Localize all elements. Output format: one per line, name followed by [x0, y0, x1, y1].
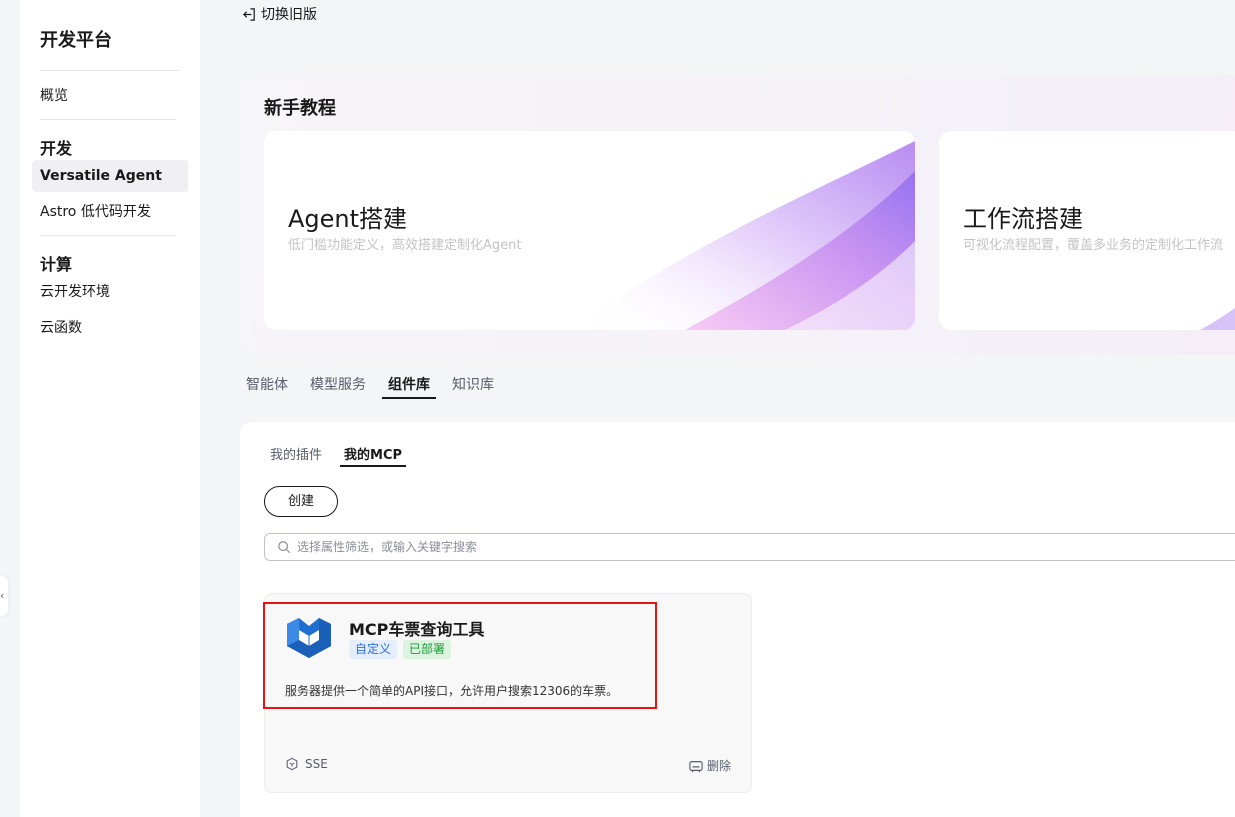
badge-custom: 自定义 [349, 640, 398, 659]
sidebar-item-versatile-agent[interactable]: Versatile Agent [32, 160, 188, 192]
sidebar-item-cloud-env[interactable]: 云开发环境 [32, 276, 188, 308]
divider [40, 119, 176, 120]
tab-model-service[interactable]: 模型服务 [310, 374, 366, 398]
tutorial-card-desc: 可视化流程配置，覆盖多业务的定制化工作流 [963, 238, 1224, 253]
tutorial-card-workflow[interactable]: 工作流搭建 可视化流程配置，覆盖多业务的定制化工作流 [939, 131, 1235, 330]
delete-button[interactable]: 删除 [688, 757, 731, 774]
sub-tabs: 我的插件 我的MCP [270, 444, 407, 467]
tab-my-plugins[interactable]: 我的插件 [270, 444, 322, 466]
tab-my-mcp[interactable]: 我的MCP [340, 444, 407, 467]
main-tabs: 智能体 模型服务 组件库 知识库 [246, 374, 494, 399]
sidebar-section-compute: 计算 [40, 255, 73, 274]
tutorial-card-agent[interactable]: Agent搭建 低门槛功能定义，高效搭建定制化Agent [264, 131, 915, 330]
mcp-tool-card[interactable]: MCP车票查询工具 自定义 已部署 服务器提供一个简单的API接口，允许用户搜索… [263, 593, 752, 793]
mcp-tool-description: 服务器提供一个简单的API接口，允许用户搜索12306的车票。 [285, 684, 619, 698]
search-icon [278, 541, 291, 554]
tutorial-card-title: 工作流搭建 [963, 205, 1083, 233]
exit-icon [243, 7, 255, 21]
search-bar[interactable] [264, 533, 1235, 561]
search-input[interactable] [297, 540, 1197, 554]
sidebar-item-cloud-func[interactable]: 云函数 [32, 312, 188, 344]
sidebar: 开发平台 概览 开发 Versatile Agent Astro 低代码开发 计… [20, 0, 200, 817]
decorative-wave-graphic [1200, 307, 1235, 330]
mcp-badges: 自定义 已部署 [349, 640, 452, 659]
tab-knowledge-base[interactable]: 知识库 [452, 374, 494, 398]
divider [40, 70, 180, 71]
sidebar-item-overview[interactable]: 概览 [32, 80, 188, 112]
switch-old-label: 切换旧版 [261, 7, 317, 23]
sidebar-collapse-handle[interactable]: ‹ [0, 576, 8, 616]
trash-icon [689, 760, 703, 772]
create-button[interactable]: 创建 [264, 486, 338, 517]
hexagon-icon [286, 757, 298, 771]
tutorial-title: 新手教程 [264, 98, 336, 119]
tutorial-card-title: Agent搭建 [288, 205, 408, 233]
mcp-protocol-label: SSE [305, 757, 328, 771]
tab-agents[interactable]: 智能体 [246, 374, 288, 398]
chevron-left-icon: ‹ [0, 589, 5, 602]
delete-label: 删除 [706, 759, 731, 773]
mcp-protocol: SSE [285, 757, 328, 771]
mcp-logo-icon [287, 618, 331, 658]
component-panel: 我的插件 我的MCP 创建 MCP车票查询工具 自定义 已部署 服务器提供一个简… [240, 422, 1235, 817]
sidebar-section-dev: 开发 [40, 139, 73, 158]
tutorial-card-desc: 低门槛功能定义，高效搭建定制化Agent [288, 238, 522, 253]
tutorial-section: 新手教程 Agent搭建 低门槛功能定义，高效搭建定制化Agent 工作流搭建 … [240, 75, 1235, 355]
tab-components[interactable]: 组件库 [382, 374, 436, 399]
badge-deployed: 已部署 [403, 640, 452, 659]
decorative-wave-graphic [575, 141, 915, 330]
switch-old-version-link[interactable]: 切换旧版 [242, 4, 317, 24]
sidebar-item-astro[interactable]: Astro 低代码开发 [32, 196, 188, 228]
mcp-tool-name: MCP车票查询工具 [349, 620, 485, 639]
brand-title: 开发平台 [40, 30, 112, 51]
divider [40, 235, 176, 236]
